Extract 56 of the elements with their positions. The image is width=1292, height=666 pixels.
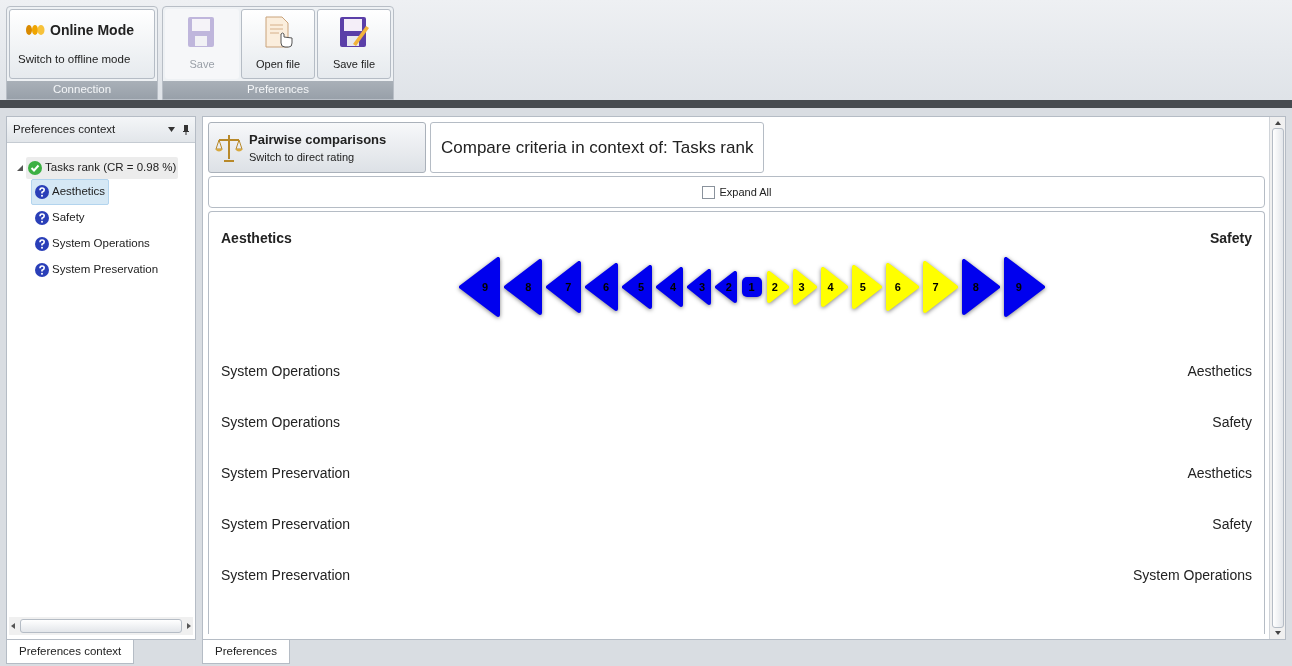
tree-item[interactable]: System Preservation [31, 257, 163, 283]
rating-arrow[interactable]: 3 [792, 269, 817, 305]
tree-item[interactable]: Safety [31, 205, 89, 231]
mode-subtitle: Switch to offline mode [18, 51, 131, 67]
criterion-label[interactable]: Aesthetics [221, 228, 292, 249]
scroll-left-icon[interactable] [11, 623, 15, 629]
scroll-right-icon[interactable] [187, 623, 191, 629]
dropdown-icon[interactable] [168, 127, 175, 132]
criterion-label[interactable]: System Operations [221, 361, 341, 382]
criterion-label[interactable]: System Preservation [221, 565, 351, 586]
rating-arrow[interactable]: 6 [885, 263, 919, 311]
group-label: Preferences [163, 81, 393, 99]
expand-all-checkbox[interactable] [701, 185, 715, 199]
criterion-label[interactable]: System Preservation [221, 463, 351, 484]
document-tab[interactable]: Preferences [202, 640, 290, 664]
rating-arrow[interactable]: 2 [766, 271, 789, 303]
group-label: Connection [7, 81, 157, 99]
criterion-label[interactable]: Safety [1209, 228, 1252, 249]
mode-subtitle: Switch to direct rating [249, 150, 355, 165]
online-mode-button[interactable]: Online Mode Switch to offline mode [9, 9, 155, 79]
question-icon [35, 263, 49, 277]
criterion-label[interactable]: Safety [1212, 514, 1252, 535]
tree-item[interactable]: System Operations [31, 231, 154, 257]
scroll-down-icon[interactable] [1274, 631, 1281, 635]
criterion-label[interactable]: Aesthetics [1187, 361, 1252, 382]
criterion-label[interactable]: System Preservation [221, 514, 351, 535]
pin-icon[interactable] [183, 124, 189, 135]
expand-all-label: Expand All [719, 184, 772, 200]
document-hand-icon [263, 15, 293, 48]
vertical-scrollbar[interactable] [1269, 117, 1285, 639]
question-icon [35, 237, 49, 251]
context-title: Compare criteria in context of: Tasks rank [430, 122, 765, 173]
rating-arrow[interactable]: 5 [851, 265, 882, 309]
ribbon-button[interactable]: Save file [317, 9, 391, 79]
panel-tab[interactable]: Preferences context [6, 640, 135, 664]
question-icon [35, 211, 49, 225]
mode-title: Online Mode [50, 20, 134, 40]
mode-title: Pairwise comparisons [249, 130, 387, 149]
check-icon [28, 161, 42, 175]
floppy-pencil-icon [339, 15, 369, 48]
scroll-up-icon[interactable] [1274, 121, 1281, 125]
criterion-label[interactable]: System Operations [221, 412, 341, 433]
criterion-label[interactable]: Safety [1212, 412, 1252, 433]
rating-arrow[interactable]: 4 [820, 267, 848, 307]
horizontal-scrollbar[interactable] [9, 617, 193, 635]
coins-icon [24, 24, 46, 37]
criterion-label[interactable]: System Operations [1132, 565, 1252, 586]
rating-arrow[interactable]: 7 [922, 261, 958, 313]
pairwise-mode-button[interactable]: Pairwise comparisons Switch to direct rating [208, 122, 426, 173]
collapse-arrow-icon[interactable] [17, 165, 23, 171]
panel-title: Preferences context [13, 121, 116, 137]
question-icon [35, 185, 49, 199]
tree-item[interactable]: Tasks rank (CR = 0.98 %) [26, 157, 179, 179]
criterion-label[interactable]: Aesthetics [1187, 463, 1252, 484]
tree-item[interactable]: Aesthetics [31, 179, 110, 205]
ribbon-button[interactable]: Open file [241, 9, 315, 79]
